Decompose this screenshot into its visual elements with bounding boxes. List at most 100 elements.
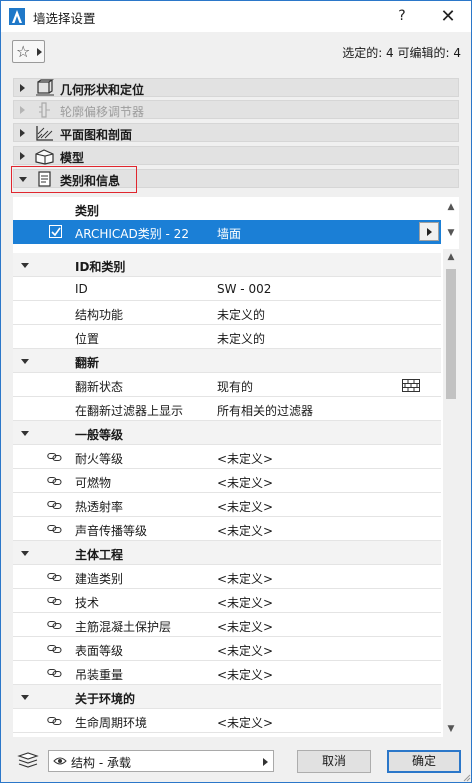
property-row[interactable]: 生命周期环境 <未定义> xyxy=(13,709,441,733)
selection-count: 选定的: 4 可编辑的: 4 xyxy=(342,46,461,60)
property-label: 可燃物 xyxy=(75,476,112,490)
panel-label: 轮廓偏移调节器 xyxy=(60,105,145,119)
eye-icon xyxy=(53,757,67,765)
scroll-up-icon[interactable]: ▲ xyxy=(443,249,459,265)
property-value[interactable]: <未定义> xyxy=(217,714,273,731)
link-icon xyxy=(47,644,62,654)
group-label: ID和类别 xyxy=(75,260,126,274)
property-value[interactable]: <未定义> xyxy=(217,570,273,587)
group-row-id-category[interactable]: ID和类别 xyxy=(13,253,441,277)
property-row[interactable]: 在翻新过滤器上显示 所有相关的过滤器 xyxy=(13,397,441,421)
property-label: 声音传播等级 xyxy=(75,524,148,538)
link-icon xyxy=(47,572,62,582)
geometry-icon xyxy=(36,79,54,96)
property-label: 技术 xyxy=(75,596,100,610)
property-row[interactable]: 表面等级 <未定义> xyxy=(13,637,441,661)
category-row[interactable]: ARCHICAD类别 - 22 墙面 xyxy=(13,220,441,244)
group-row-structural[interactable]: 主体工程 xyxy=(13,541,441,565)
expand-arrow-icon xyxy=(20,129,25,137)
property-label: 主筋混凝土保护层 xyxy=(75,620,172,634)
category-checkbox[interactable] xyxy=(49,225,62,238)
floorplan-section-icon xyxy=(36,126,53,141)
property-value[interactable]: <未定义> xyxy=(217,642,273,659)
group-label: 一般等级 xyxy=(75,428,124,442)
property-label: 建造类别 xyxy=(75,572,124,586)
panel-floorplan-section[interactable]: 平面图和剖面 xyxy=(13,123,459,142)
property-row[interactable]: 声音传播等级 <未定义> xyxy=(13,517,441,541)
layer-dropdown[interactable]: 结构 - 承载 xyxy=(48,750,274,772)
cancel-button[interactable]: 取消 xyxy=(297,750,371,773)
property-value[interactable]: 未定义的 xyxy=(217,306,265,323)
link-icon xyxy=(47,716,62,726)
property-label: 耐火等级 xyxy=(75,452,124,466)
property-label: 结构功能 xyxy=(75,308,124,322)
collapse-arrow-icon[interactable] xyxy=(21,695,29,700)
group-row-general-ratings[interactable]: 一般等级 xyxy=(13,421,441,445)
group-row-renovation[interactable]: 翻新 xyxy=(13,349,441,373)
scroll-up-icon[interactable]: ▲ xyxy=(443,197,459,217)
property-label: 生命周期环境 xyxy=(75,716,148,730)
property-row[interactable]: 可燃物 <未定义> xyxy=(13,469,441,493)
favorites-button[interactable]: ☆ xyxy=(12,40,45,63)
property-row[interactable]: 技术 <未定义> xyxy=(13,589,441,613)
property-value[interactable]: <未定义> xyxy=(217,618,273,635)
group-row-environment[interactable]: 关于环境的 xyxy=(13,685,441,709)
collapse-arrow-icon[interactable] xyxy=(21,359,29,364)
property-value[interactable]: 现有的 xyxy=(217,378,253,395)
link-icon xyxy=(47,668,62,678)
collapse-arrow-icon[interactable] xyxy=(21,551,29,556)
property-row[interactable]: 建造类别 <未定义> xyxy=(13,565,441,589)
property-value[interactable]: <未定义> xyxy=(217,666,273,683)
vertical-scrollbar[interactable]: ▲ ▼ xyxy=(443,249,459,737)
link-icon xyxy=(47,452,62,462)
properties-table: 类别 ▲ ARCHICAD类别 - 22 墙面 ▼ ▲ ▼ ID和类别 ID S… xyxy=(13,197,459,737)
property-value[interactable]: <未定义> xyxy=(217,474,273,491)
scroll-down-icon[interactable]: ▼ xyxy=(443,721,459,737)
layers-icon xyxy=(17,752,39,768)
window-title: 墙选择设置 xyxy=(33,11,96,26)
link-icon xyxy=(47,596,62,606)
panel-label: 几何形状和定位 xyxy=(60,83,145,97)
property-value[interactable]: 所有相关的过滤器 xyxy=(217,402,313,419)
resize-grip-icon[interactable] xyxy=(461,772,471,782)
category-header-row: 类别 xyxy=(13,197,441,221)
scrollbar-thumb[interactable] xyxy=(446,269,456,399)
property-row[interactable]: ID SW - 002 xyxy=(13,277,441,301)
property-value[interactable]: 未定义的 xyxy=(217,330,265,347)
group-label: 翻新 xyxy=(75,356,100,370)
property-value[interactable]: <未定义> xyxy=(217,498,273,515)
panel-profile-offset-modifiers: 轮廓偏移调节器 xyxy=(13,100,459,119)
help-button[interactable]: ? xyxy=(379,1,425,32)
property-value[interactable]: SW - 002 xyxy=(217,282,271,296)
scroll-down-icon[interactable]: ▼ xyxy=(443,225,459,241)
property-label: 吊装重量 xyxy=(75,668,124,682)
panel-geometry-positioning[interactable]: 几何形状和定位 xyxy=(13,78,459,97)
property-value[interactable]: <未定义> xyxy=(217,594,273,611)
renovation-brick-icon[interactable] xyxy=(402,379,420,392)
ok-button[interactable]: 确定 xyxy=(387,750,461,773)
panel-label: 模型 xyxy=(60,151,85,165)
panel-label: 平面图和剖面 xyxy=(60,128,133,142)
property-value[interactable]: <未定义> xyxy=(217,522,273,539)
property-row[interactable]: 主筋混凝土保护层 <未定义> xyxy=(13,613,441,637)
collapse-arrow-icon[interactable] xyxy=(21,263,29,268)
expand-arrow-icon xyxy=(20,84,25,92)
property-row[interactable]: 耐火等级 <未定义> xyxy=(13,445,441,469)
property-row[interactable]: 结构功能 未定义的 xyxy=(13,301,441,325)
property-row[interactable]: 位置 未定义的 xyxy=(13,325,441,349)
collapse-arrow-icon[interactable] xyxy=(21,431,29,436)
star-icon: ☆ xyxy=(16,42,31,61)
panel-model[interactable]: 模型 xyxy=(13,146,459,165)
wall-selection-settings-dialog: 墙选择设置 ? ✕ ☆ 选定的: 4 可编辑的: 4 几何形状和定位 轮廓偏移调… xyxy=(0,0,472,783)
highlight-box xyxy=(11,166,137,193)
property-row[interactable]: 翻新状态 现有的 xyxy=(13,373,441,397)
property-value[interactable]: <未定义> xyxy=(217,450,273,467)
close-button[interactable]: ✕ xyxy=(425,1,471,32)
category-picker-button[interactable] xyxy=(419,222,439,241)
link-icon xyxy=(47,500,62,510)
archicad-logo-icon xyxy=(9,8,25,25)
property-label: ID xyxy=(75,282,88,296)
property-row[interactable]: 吊装重量 <未定义> xyxy=(13,661,441,685)
link-icon xyxy=(47,524,62,534)
property-row[interactable]: 热透射率 <未定义> xyxy=(13,493,441,517)
